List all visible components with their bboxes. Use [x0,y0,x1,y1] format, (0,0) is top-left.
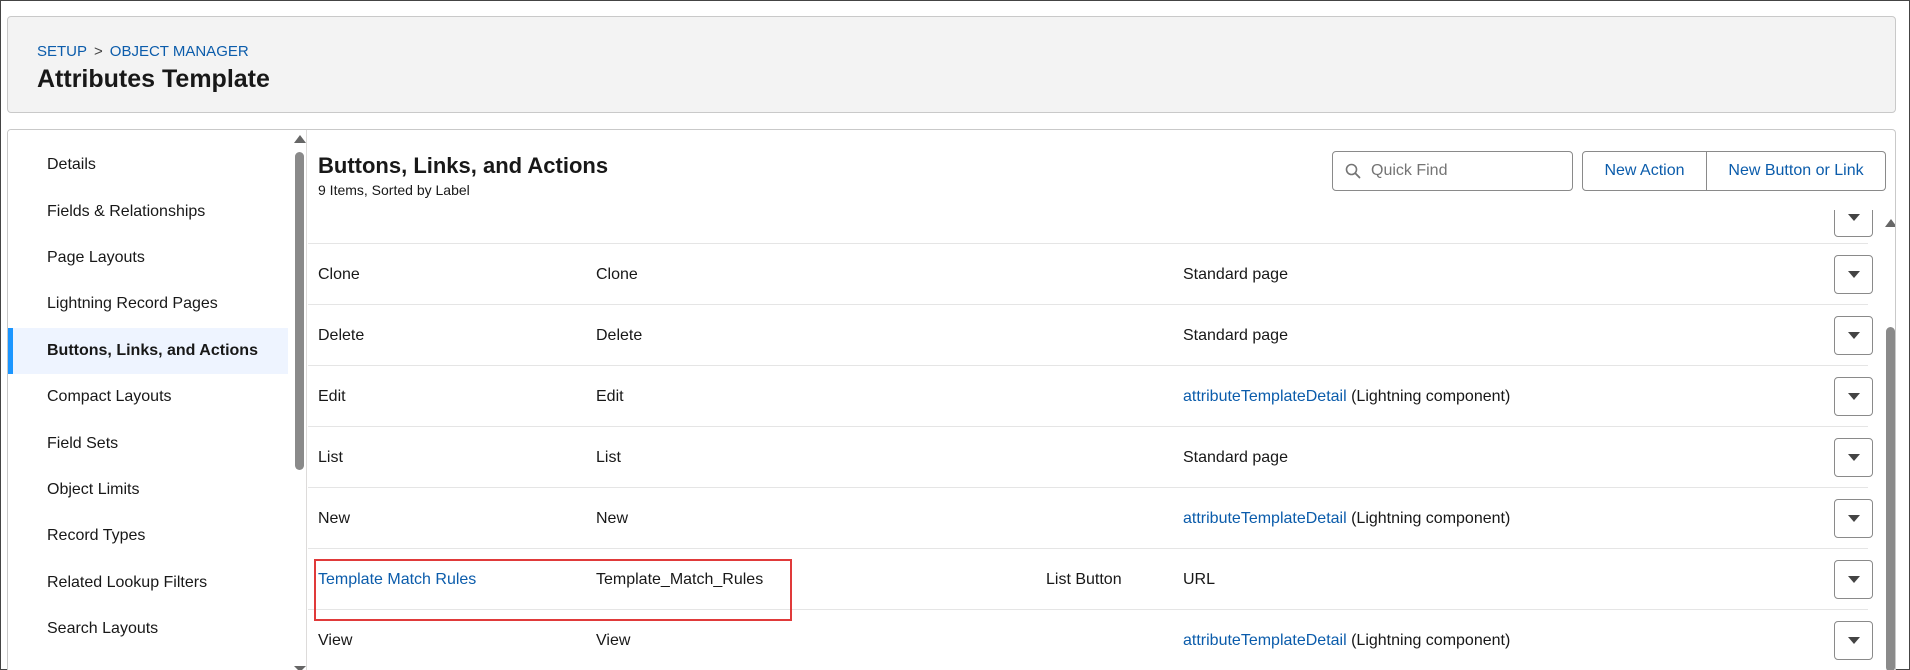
row-actions-menu-button[interactable] [1834,377,1873,416]
chevron-down-icon [1847,214,1860,221]
table-row-partial [308,210,1873,244]
row-label: Edit [318,387,346,405]
row-overridden-with: Standard page [1183,244,1288,305]
sidebar-item-record-types[interactable]: Record Types [8,513,288,559]
sidebar-item-page-layouts[interactable]: Page Layouts [8,235,288,281]
quick-find-search[interactable] [1332,151,1573,191]
row-label-link[interactable]: Template Match Rules [318,549,476,610]
sidebar-item-search-layouts[interactable]: Search Layouts [8,606,288,652]
table-row: Delete Delete Standard page [308,305,1873,366]
sidebar-item-compact-layouts[interactable]: Compact Layouts [8,374,288,420]
row-label: View [318,631,353,649]
row-actions-menu-button[interactable] [1834,316,1873,355]
row-overridden-text: Standard page [1183,265,1288,283]
sidebar: Details Fields & Relationships Page Layo… [8,130,307,670]
breadcrumb-separator: > [94,43,103,60]
row-overridden-with: attributeTemplateDetail (Lightning compo… [1183,488,1510,549]
row-actions-menu-button[interactable] [1834,255,1873,294]
table-row: List List Standard page [308,427,1873,488]
main-panel: Details Fields & Relationships Page Layo… [7,129,1896,670]
scroll-up-arrow-icon[interactable] [1885,219,1895,227]
content-area: Buttons, Links, and Actions 9 Items, Sor… [308,130,1895,670]
row-overridden-with: attributeTemplateDetail (Lightning compo… [1183,366,1510,427]
chevron-down-icon [1847,454,1860,461]
sidebar-item-fields-relationships[interactable]: Fields & Relationships [8,188,288,234]
quick-find-input[interactable] [1371,162,1561,180]
row-overridden-text: (Lightning component) [1346,509,1511,527]
row-overridden-text: Standard page [1183,448,1288,466]
row-overridden-component-link[interactable]: attributeTemplateDetail [1183,510,1347,528]
table-scrollbar-thumb[interactable] [1886,327,1895,670]
table-row: Clone Clone Standard page [308,244,1873,305]
new-action-button[interactable]: New Action [1582,151,1707,191]
row-name: View [596,631,631,649]
row-overridden-component-link[interactable]: attributeTemplateDetail [1183,388,1347,406]
page-title: Attributes Template [37,65,270,93]
breadcrumb-setup-link[interactable]: SETUP [37,43,87,60]
sidebar-item-field-sets[interactable]: Field Sets [8,420,288,466]
search-icon [1345,163,1361,179]
row-actions-menu-button[interactable] [1834,210,1873,237]
row-overridden-text: (Lightning component) [1346,387,1511,405]
row-label: Delete [318,326,365,344]
row-overridden-with: URL [1183,549,1215,610]
row-actions-menu-button[interactable] [1834,499,1873,538]
row-overridden-with: Standard page [1183,427,1288,488]
sidebar-item-object-limits[interactable]: Object Limits [8,467,288,513]
row-overridden-with: attributeTemplateDetail (Lightning compo… [1183,610,1510,670]
scroll-up-arrow-icon[interactable] [294,135,306,143]
section-subtitle: 9 Items, Sorted by Label [318,182,470,198]
row-actions-menu-button[interactable] [1834,438,1873,477]
toolbar-button-group: New Action New Button or Link [1582,151,1886,191]
sidebar-item-details[interactable]: Details [8,142,288,188]
chevron-down-icon [1847,637,1860,644]
sidebar-item-related-lookup-filters[interactable]: Related Lookup Filters [8,560,288,606]
row-overridden-text: (Lightning component) [1346,631,1511,649]
row-overridden-text: Standard page [1183,326,1288,344]
row-name: List [596,448,621,466]
row-overridden-text: URL [1183,570,1216,588]
chevron-down-icon [1847,271,1860,278]
actions-table: Clone Clone Standard page Delete Delete … [308,210,1895,670]
row-label: Clone [318,265,360,283]
row-actions-menu-button[interactable] [1834,621,1873,660]
table-row: Edit Edit attributeTemplateDetail (Light… [308,366,1873,427]
section-title: Buttons, Links, and Actions [318,153,609,178]
row-label: New [318,509,351,527]
row-overridden-with: Standard page [1183,305,1288,366]
chevron-down-icon [1847,332,1860,339]
sidebar-item-lightning-record-pages[interactable]: Lightning Record Pages [8,281,288,327]
scroll-down-arrow-icon[interactable] [294,666,306,670]
sidebar-scrollbar[interactable] [292,130,306,670]
row-label: List [318,448,343,466]
row-name: Template_Match_Rules [596,570,764,588]
breadcrumb: SETUP > OBJECT MANAGER [37,43,249,60]
breadcrumb-object-manager-link[interactable]: OBJECT MANAGER [110,43,249,60]
row-name: New [596,509,629,527]
row-type: List Button [1046,570,1122,588]
row-name: Delete [596,326,643,344]
chevron-down-icon [1847,515,1860,522]
chevron-down-icon [1847,393,1860,400]
row-name: Edit [596,387,624,405]
sidebar-nav: Details Fields & Relationships Page Layo… [8,142,288,652]
table-row: Template Match Rules Template_Match_Rule… [308,549,1873,610]
table-scrollbar[interactable] [1884,210,1895,670]
page-header: SETUP > OBJECT MANAGER Attributes Templa… [7,16,1896,113]
table-row: New New attributeTemplateDetail (Lightni… [308,488,1873,549]
table-row: View View attributeTemplateDetail (Light… [308,610,1873,670]
row-overridden-component-link[interactable]: attributeTemplateDetail [1183,632,1347,650]
sidebar-item-buttons-links-actions[interactable]: Buttons, Links, and Actions [8,327,288,374]
new-button-or-link-button[interactable]: New Button or Link [1707,151,1886,191]
row-actions-menu-button[interactable] [1834,560,1873,599]
app-frame: SETUP > OBJECT MANAGER Attributes Templa… [0,0,1910,670]
sidebar-scrollbar-thumb[interactable] [295,152,304,470]
chevron-down-icon [1847,576,1860,583]
row-name: Clone [596,265,638,283]
